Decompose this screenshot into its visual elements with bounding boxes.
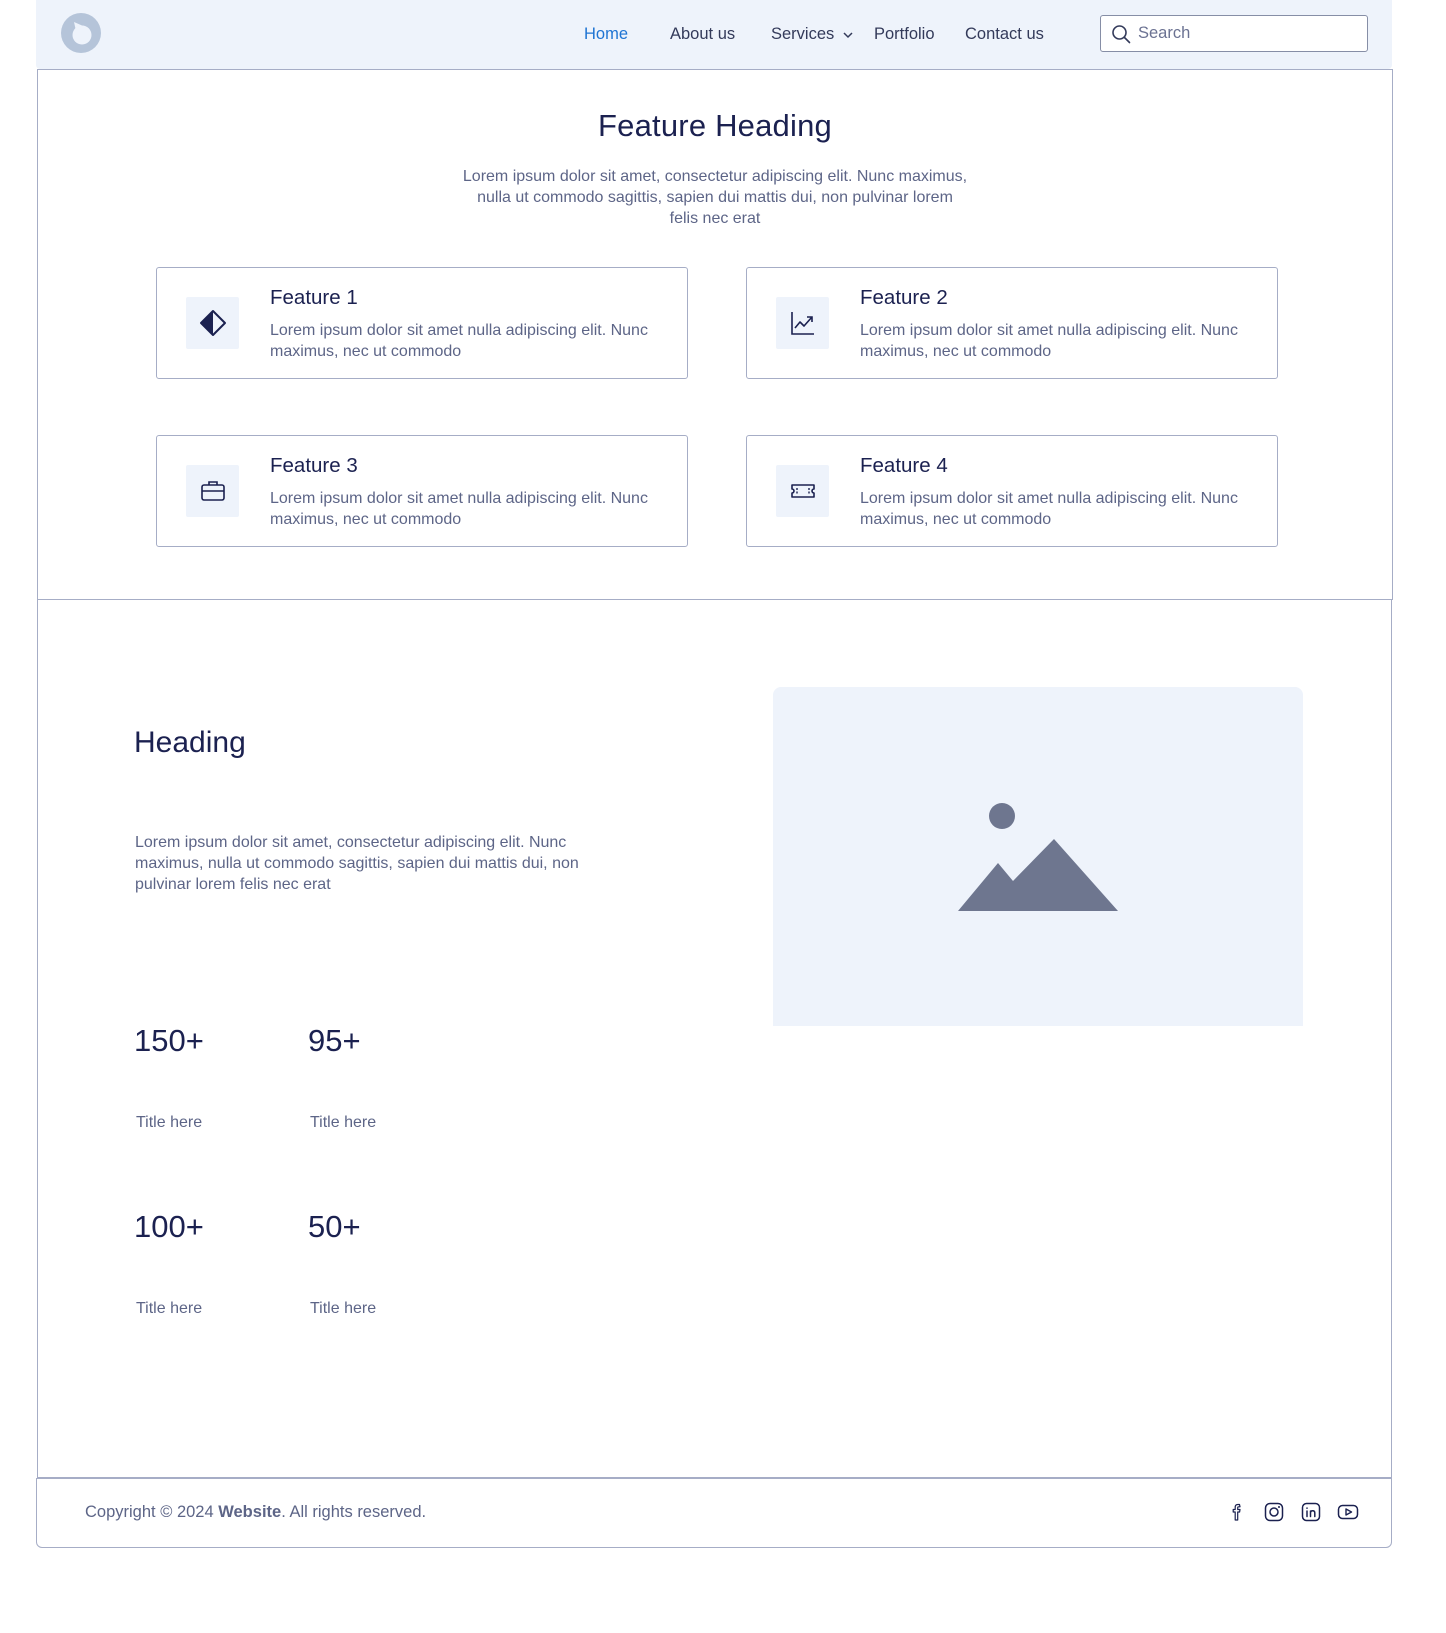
stat-label: Title here	[310, 1114, 377, 1131]
stat-value: 100+	[134, 1209, 204, 1244]
nav-services-label: Services	[771, 25, 835, 43]
briefcase-icon	[200, 481, 225, 501]
stat-value: 150+	[134, 1023, 204, 1058]
stats-section: Heading Lorem ipsum dolor sit amet, cons…	[37, 600, 1392, 1478]
feature-description: Lorem ipsum dolor sit amet nulla adipisc…	[860, 490, 1238, 528]
nav-about-us[interactable]: About us	[670, 25, 735, 44]
feature-icon-box	[776, 465, 829, 517]
facebook-icon	[1232, 1503, 1241, 1521]
facebook-link[interactable]	[1226, 1501, 1248, 1523]
feature-icon-box	[186, 465, 239, 517]
feature-card-2[interactable]: Feature 2 Lorem ipsum dolor sit amet nul…	[746, 267, 1278, 379]
feature-title: Feature 4	[860, 454, 948, 477]
brand-logo-icon[interactable]	[60, 12, 102, 54]
site-footer: Copyright © 2024 Website. All rights res…	[36, 1478, 1392, 1548]
stat-label: Title here	[136, 1114, 203, 1131]
copyright-brand: Website	[218, 1503, 282, 1521]
copyright-text: Copyright © 2024 Website. All rights res…	[85, 1503, 426, 1522]
nav-services[interactable]: Services	[771, 25, 854, 44]
site-header: Home About us Services Portfolio Contact…	[36, 0, 1392, 69]
stat-value: 50+	[308, 1209, 361, 1244]
feature-description: Lorem ipsum dolor sit amet nulla adipisc…	[270, 490, 648, 528]
chart-line-icon	[790, 312, 814, 335]
linkedin-link[interactable]	[1300, 1501, 1322, 1523]
feature-subtitle: Lorem ipsum dolor sit amet, consectetur …	[462, 168, 968, 227]
feature-heading: Feature Heading	[598, 108, 832, 143]
features-section: Feature Heading Lorem ipsum dolor sit am…	[37, 69, 1393, 600]
search-icon	[1112, 24, 1131, 43]
linkedin-icon	[1301, 1502, 1321, 1522]
copyright-suffix: . All rights reserved.	[281, 1503, 427, 1521]
feature-card-4[interactable]: Feature 4 Lorem ipsum dolor sit amet nul…	[746, 435, 1278, 547]
nav-portfolio[interactable]: Portfolio	[874, 25, 935, 44]
copyright-prefix: Copyright © 2024	[85, 1503, 219, 1521]
search-box[interactable]	[1100, 15, 1368, 52]
contrast-icon	[199, 310, 226, 336]
youtube-icon	[1337, 1504, 1359, 1520]
feature-card-3[interactable]: Feature 3 Lorem ipsum dolor sit amet nul…	[156, 435, 688, 547]
feature-description: Lorem ipsum dolor sit amet nulla adipisc…	[270, 322, 648, 360]
feature-title: Feature 2	[860, 286, 948, 309]
image-placeholder	[773, 687, 1303, 1026]
feature-icon-box	[776, 297, 829, 349]
image-placeholder-icon	[958, 803, 1118, 911]
youtube-link[interactable]	[1337, 1501, 1359, 1523]
stat-label: Title here	[136, 1300, 203, 1317]
stat-value: 95+	[308, 1023, 361, 1058]
stat-label: Title here	[310, 1300, 377, 1317]
feature-icon-box	[186, 297, 239, 349]
chevron-down-icon	[843, 32, 853, 38]
instagram-link[interactable]	[1263, 1501, 1285, 1523]
nav-home[interactable]: Home	[584, 25, 628, 44]
instagram-icon	[1264, 1502, 1284, 1522]
feature-card-1[interactable]: Feature 1 Lorem ipsum dolor sit amet nul…	[156, 267, 688, 379]
section-heading: Heading	[134, 726, 246, 759]
search-input[interactable]	[1138, 24, 1358, 43]
feature-description: Lorem ipsum dolor sit amet nulla adipisc…	[860, 322, 1238, 360]
feature-title: Feature 3	[270, 454, 358, 477]
nav-contact-us[interactable]: Contact us	[965, 25, 1044, 44]
section-body: Lorem ipsum dolor sit amet, consectetur …	[135, 834, 579, 893]
ticket-icon	[790, 484, 815, 498]
feature-title: Feature 1	[270, 286, 358, 309]
social-links	[1226, 1501, 1359, 1523]
